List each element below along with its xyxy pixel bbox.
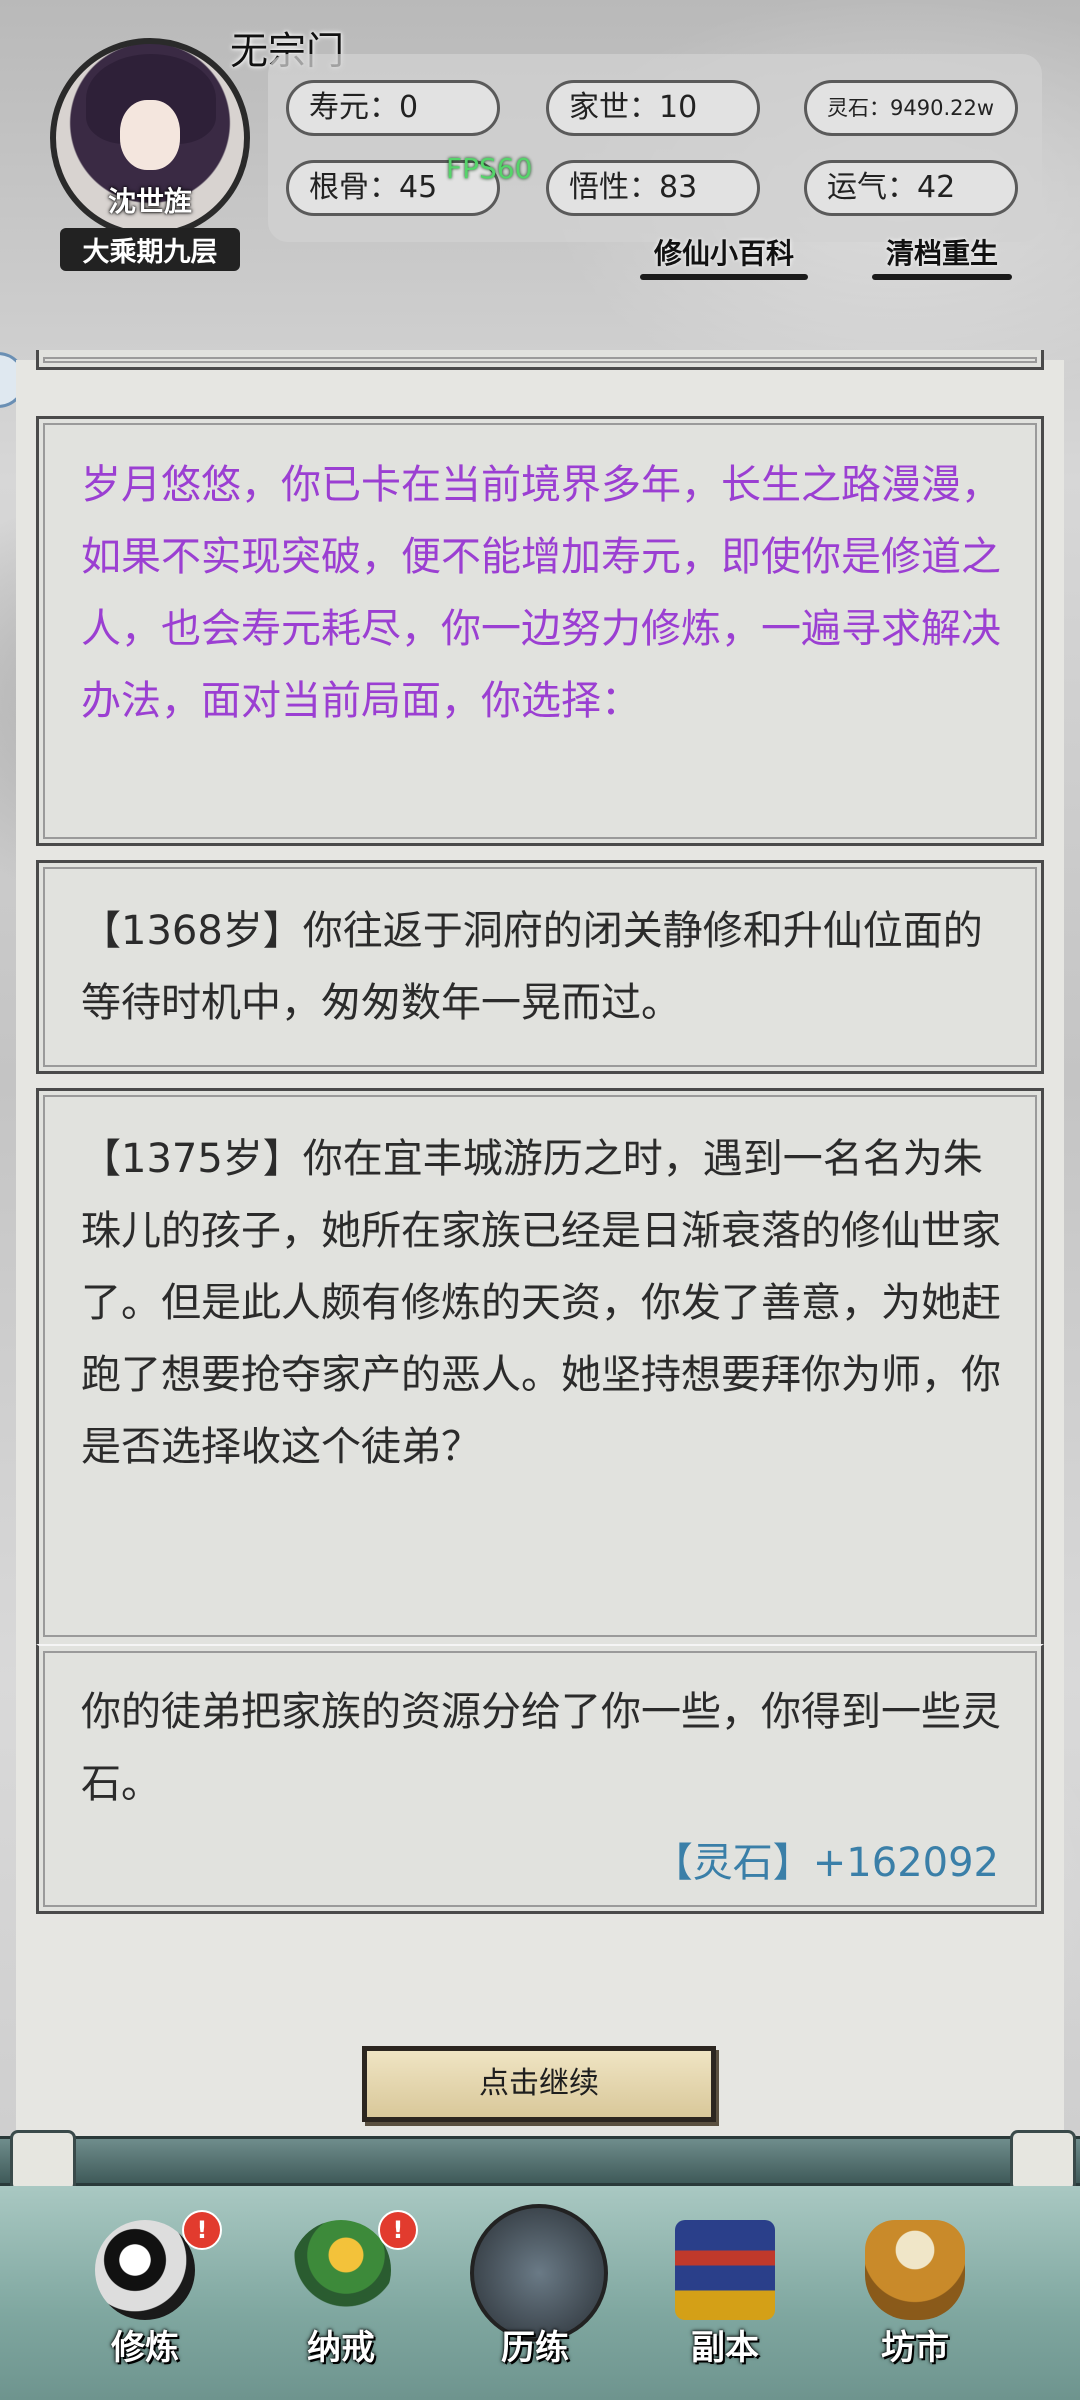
alert-badge: ! xyxy=(378,2210,418,2250)
event-log-panel[interactable]: 岁月悠悠，你已卡在当前境界多年，长生之路漫漫，如果不实现突破，便不能增加寿元，即… xyxy=(16,350,1064,2140)
nav-label: 纳戒 xyxy=(307,2328,375,2368)
nav-adventure[interactable]: 历练 xyxy=(460,2204,610,2380)
reward-text: 【灵石】+162092 xyxy=(652,1840,999,1886)
rebirth-link[interactable]: 清档重生 xyxy=(871,232,1013,280)
pagoda-icon xyxy=(675,2220,775,2320)
stat-family: 家世：10 xyxy=(546,80,760,136)
nav-cultivate[interactable]: ! 修炼 xyxy=(70,2210,222,2380)
nav-storage-ring[interactable]: ! 纳戒 xyxy=(266,2210,418,2380)
stat-luck: 运气：42 xyxy=(804,160,1018,216)
ring-icon xyxy=(291,2220,391,2320)
story-text: 岁月悠悠，你已卡在当前境界多年，长生之路漫漫，如果不实现突破，便不能增加寿元，即… xyxy=(81,462,1001,724)
nav-label: 副本 xyxy=(691,2328,759,2368)
alert-badge: ! xyxy=(182,2210,222,2250)
event-text: 【1375岁】你在宜丰城游历之时，遇到一名名为朱珠儿的孩子，她所在家族已经是日渐… xyxy=(81,1136,1001,1470)
stat-lifespan: 寿元：0 xyxy=(286,80,500,136)
log-card-continuation: 你的徒弟把家族的资源分给了你一些，你得到一些灵石。 【灵石】+162092 xyxy=(36,1644,1044,1914)
encyclopedia-link[interactable]: 修仙小百科 xyxy=(639,232,809,280)
nav-market[interactable]: 坊市 xyxy=(840,2210,990,2380)
continue-button[interactable]: 点击继续 xyxy=(362,2046,716,2122)
scroll-end-right xyxy=(1010,2130,1076,2192)
scroll-end-left xyxy=(10,2130,76,2192)
stat-spirit-stones: 灵石：9490.22w xyxy=(804,80,1018,136)
taiji-icon xyxy=(95,2220,195,2320)
log-card: 【1368岁】你往返于洞府的闭关静修和升仙位面的等待时机中，匆匆数年一晃而过。 xyxy=(36,860,1044,1074)
previous-card-edge xyxy=(36,350,1044,370)
log-card: 岁月悠悠，你已卡在当前境界多年，长生之路漫漫，如果不实现突破，便不能增加寿元，即… xyxy=(36,416,1044,846)
cultivation-realm: 大乘期九层 xyxy=(60,228,240,271)
nav-dungeon[interactable]: 副本 xyxy=(650,2210,800,2380)
avatar-face xyxy=(120,100,180,170)
stat-comprehension: 悟性：83 xyxy=(546,160,760,216)
cauldron-icon xyxy=(865,2220,965,2320)
scroll-roller xyxy=(0,2136,1080,2186)
event-text: 【1368岁】你往返于洞府的闭关静修和升仙位面的等待时机中，匆匆数年一晃而过。 xyxy=(81,908,983,1026)
result-text: 你的徒弟把家族的资源分给了你一些，你得到一些灵石。 xyxy=(81,1689,1001,1807)
nav-label: 历练 xyxy=(501,2328,569,2368)
character-name: 沈世旌 xyxy=(107,185,192,218)
nav-label: 坊市 xyxy=(881,2328,949,2368)
log-card: 【1375岁】你在宜丰城游历之时，遇到一名名为朱珠儿的孩子，她所在家族已经是日渐… xyxy=(36,1088,1044,1644)
fps-counter: FPS60 xyxy=(446,152,533,185)
nav-label: 修炼 xyxy=(111,2328,179,2368)
